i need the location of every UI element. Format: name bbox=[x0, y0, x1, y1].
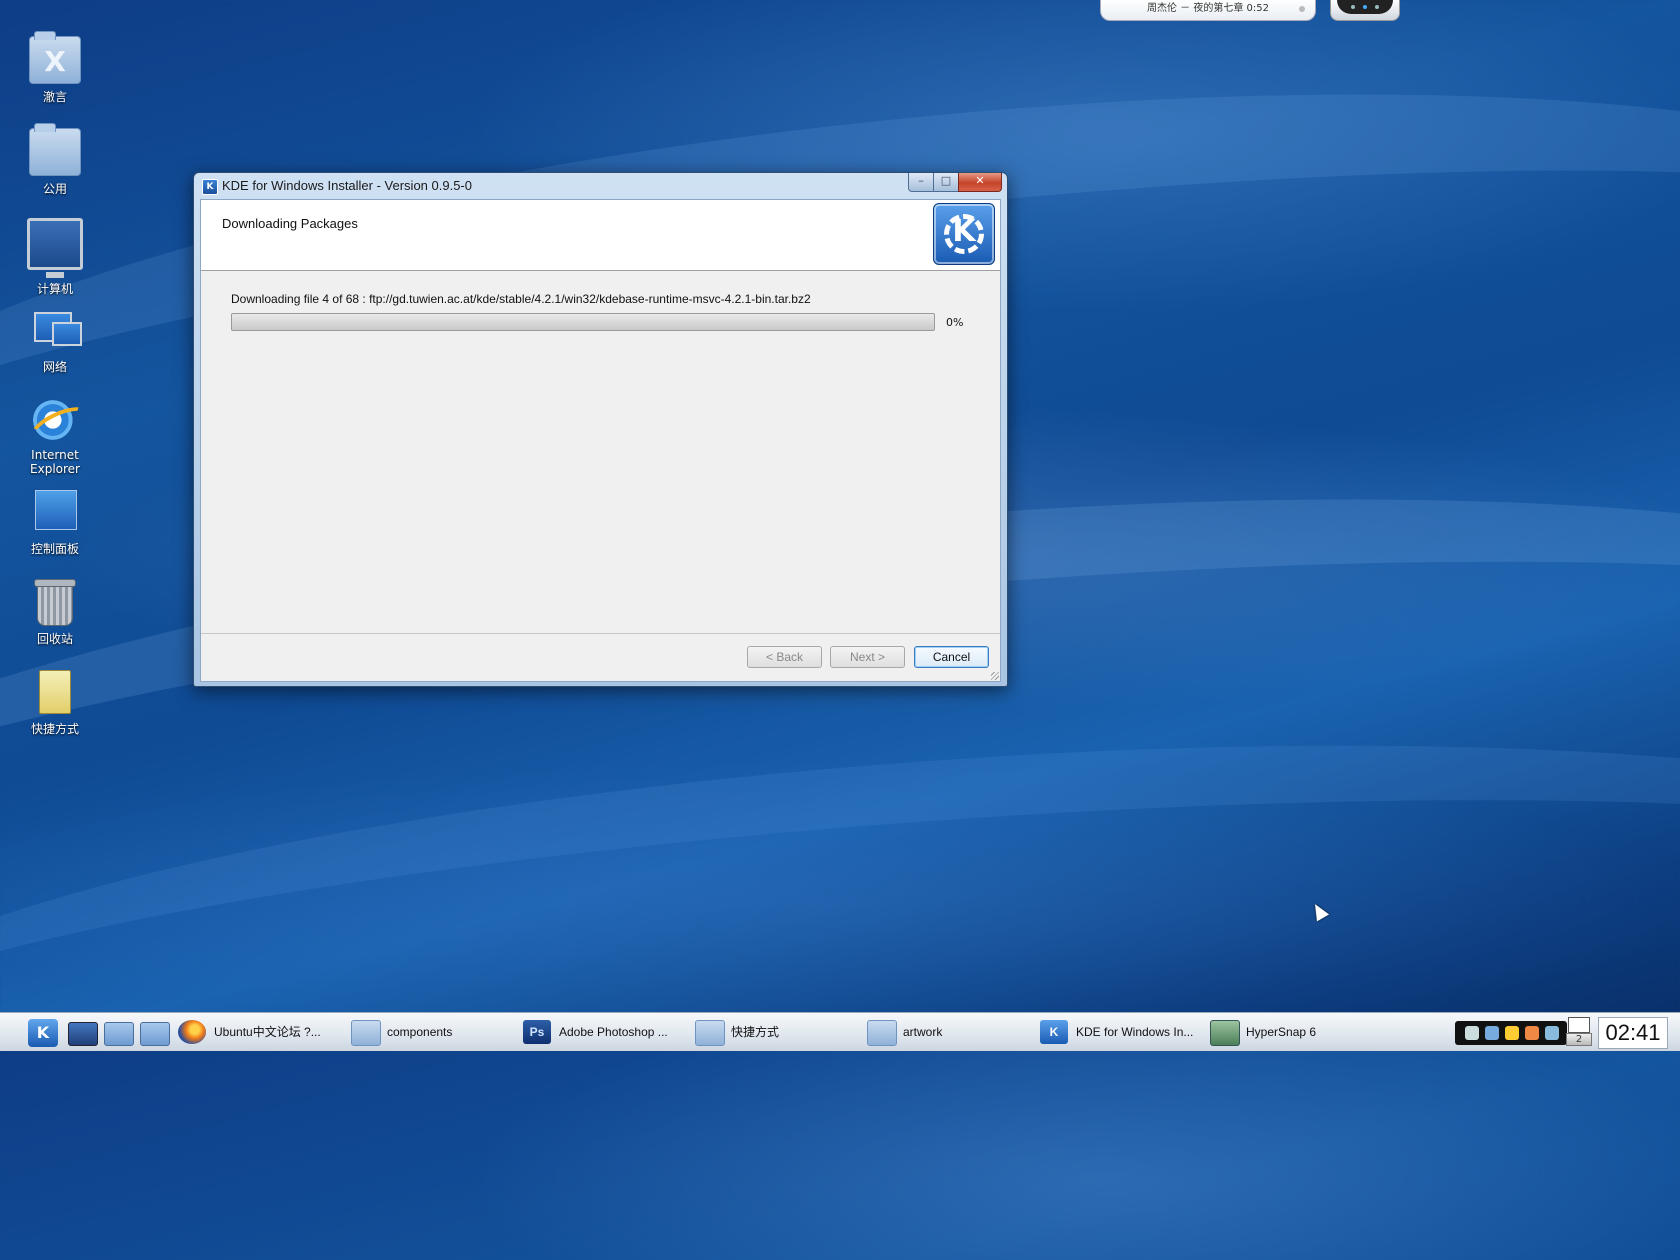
taskbar-item-firefox[interactable]: Ubuntu中文论坛 ?... bbox=[178, 1017, 328, 1047]
now-playing-text: 周杰伦 － 夜的第七章 0:52 bbox=[1147, 3, 1269, 14]
home-folder-icon[interactable] bbox=[104, 1022, 134, 1046]
resize-grip-icon[interactable] bbox=[991, 672, 999, 680]
control-panel-icon bbox=[30, 490, 80, 536]
footer-divider bbox=[201, 633, 1000, 634]
folder-icon bbox=[695, 1020, 725, 1046]
maximize-button[interactable]: □ bbox=[933, 173, 959, 192]
minimize-button[interactable]: – bbox=[908, 173, 934, 192]
desktop-icon-control-panel[interactable]: 控制面板 bbox=[6, 490, 104, 557]
kde-app-icon: K bbox=[202, 179, 218, 195]
desktop-icon-shortcuts[interactable]: 快捷方式 bbox=[6, 670, 104, 737]
download-progress-bar bbox=[231, 313, 935, 331]
desktop-icon-label: 网络 bbox=[42, 360, 67, 374]
taskbar-item-label: KDE for Windows In... bbox=[1076, 1025, 1194, 1039]
desktop-icon-label: 控制面板 bbox=[30, 542, 79, 556]
desktop-icon-public-folder[interactable]: 公用 bbox=[6, 123, 104, 197]
taskbar-item-hypersnap[interactable]: HyperSnap 6 bbox=[1210, 1017, 1360, 1047]
tray-audio-icon[interactable] bbox=[1465, 1026, 1479, 1040]
hypersnap-icon bbox=[1210, 1020, 1240, 1046]
installer-window: K KDE for Windows Installer - Version 0.… bbox=[193, 172, 1008, 687]
desktop-icon-label: 计算机 bbox=[36, 282, 73, 296]
close-button[interactable]: ✕ bbox=[958, 173, 1002, 192]
back-button[interactable]: < Back bbox=[747, 646, 822, 668]
progress-percent-label: 0% bbox=[946, 316, 964, 329]
computer-icon bbox=[27, 218, 83, 278]
tray-chat-icon[interactable] bbox=[1525, 1026, 1539, 1040]
taskbar-item-label: HyperSnap 6 bbox=[1246, 1025, 1317, 1039]
network-icon bbox=[30, 308, 82, 354]
desktop-icon-label: 回收站 bbox=[36, 632, 73, 646]
desktop-icon-user-folder[interactable]: X 澈言 bbox=[6, 31, 104, 105]
system-tray bbox=[1455, 1021, 1567, 1045]
public-folder-icon bbox=[29, 123, 81, 176]
next-button[interactable]: Next > bbox=[830, 646, 905, 668]
taskbar-clock[interactable]: 02:41 bbox=[1598, 1017, 1668, 1049]
cancel-button[interactable]: Cancel bbox=[914, 646, 989, 668]
user-folder-icon: X bbox=[29, 31, 81, 84]
widget-close-icon[interactable] bbox=[1299, 6, 1305, 12]
desktop-icon-network[interactable]: 网络 bbox=[6, 308, 104, 375]
taskbar-item-shortcuts[interactable]: 快捷方式 bbox=[695, 1017, 845, 1047]
taskbar-item-label: Adobe Photoshop ... bbox=[559, 1025, 668, 1039]
pager-number: 2 bbox=[1566, 1033, 1592, 1046]
mouse-cursor-icon bbox=[1308, 900, 1330, 922]
recycle-bin-icon bbox=[30, 579, 80, 626]
taskbar-item-label: components bbox=[387, 1025, 453, 1039]
desktop-icon-label: 快捷方式 bbox=[30, 722, 79, 736]
taskbar: K Ubuntu中文论坛 ?... components Ps Adobe Ph… bbox=[0, 1012, 1680, 1051]
taskbar-item-photoshop[interactable]: Ps Adobe Photoshop ... bbox=[523, 1017, 673, 1047]
desktop-icon-label: 公用 bbox=[42, 182, 67, 196]
folder-icon bbox=[351, 1020, 381, 1046]
internet-explorer-icon bbox=[30, 398, 80, 444]
kde-icon: K bbox=[1040, 1020, 1068, 1044]
desktop-icon-recycle-bin[interactable]: 回收站 bbox=[6, 579, 104, 647]
show-desktop-icon[interactable] bbox=[68, 1022, 98, 1046]
taskbar-item-label: 快捷方式 bbox=[731, 1025, 780, 1039]
favorites-folder-icon[interactable] bbox=[140, 1022, 170, 1046]
tray-app-icon[interactable] bbox=[1485, 1026, 1499, 1040]
desktop-icon-computer[interactable]: 计算机 bbox=[6, 218, 104, 297]
installer-client-area: Downloading Packages K Downloading file … bbox=[200, 199, 1001, 682]
shortcuts-folder-icon bbox=[30, 670, 80, 716]
kde-logo-letter: K bbox=[952, 214, 976, 249]
page-title: Downloading Packages bbox=[222, 216, 358, 231]
desktop-icon-label: 澈言 bbox=[42, 90, 67, 104]
wizard-header: Downloading Packages K bbox=[201, 200, 1000, 271]
desktop-icon-internet-explorer[interactable]: Internet Explorer bbox=[6, 398, 104, 476]
tray-network-icon[interactable] bbox=[1545, 1026, 1559, 1040]
download-status-text: Downloading file 4 of 68 : ftp://gd.tuwi… bbox=[231, 292, 811, 306]
window-title: KDE for Windows Installer - Version 0.9.… bbox=[222, 178, 472, 193]
taskbar-item-label: artwork bbox=[903, 1025, 943, 1039]
photoshop-icon: Ps bbox=[523, 1020, 551, 1044]
orb-widget[interactable] bbox=[1330, 0, 1400, 21]
kde-logo-icon: K bbox=[933, 203, 995, 265]
taskbar-item-label: Ubuntu中文论坛 ?... bbox=[214, 1025, 321, 1039]
window-titlebar[interactable]: K KDE for Windows Installer - Version 0.… bbox=[194, 173, 1007, 199]
virtual-desktop-pager[interactable]: 2 bbox=[1566, 1017, 1592, 1047]
taskbar-item-kde-installer[interactable]: K KDE for Windows In... bbox=[1040, 1017, 1194, 1047]
orb-widget-display bbox=[1337, 0, 1393, 14]
firefox-icon bbox=[178, 1020, 206, 1044]
tray-warning-icon[interactable] bbox=[1505, 1026, 1519, 1040]
taskbar-item-components[interactable]: components bbox=[351, 1017, 501, 1047]
music-player-widget[interactable]: 周杰伦 － 夜的第七章 0:52 bbox=[1100, 0, 1316, 21]
desktop-icon-label: Internet Explorer bbox=[30, 448, 80, 476]
taskbar-item-artwork[interactable]: artwork bbox=[867, 1017, 1017, 1047]
pager-screen-icon bbox=[1568, 1017, 1590, 1033]
folder-icon bbox=[867, 1020, 897, 1046]
kde-start-button[interactable]: K bbox=[28, 1019, 58, 1047]
